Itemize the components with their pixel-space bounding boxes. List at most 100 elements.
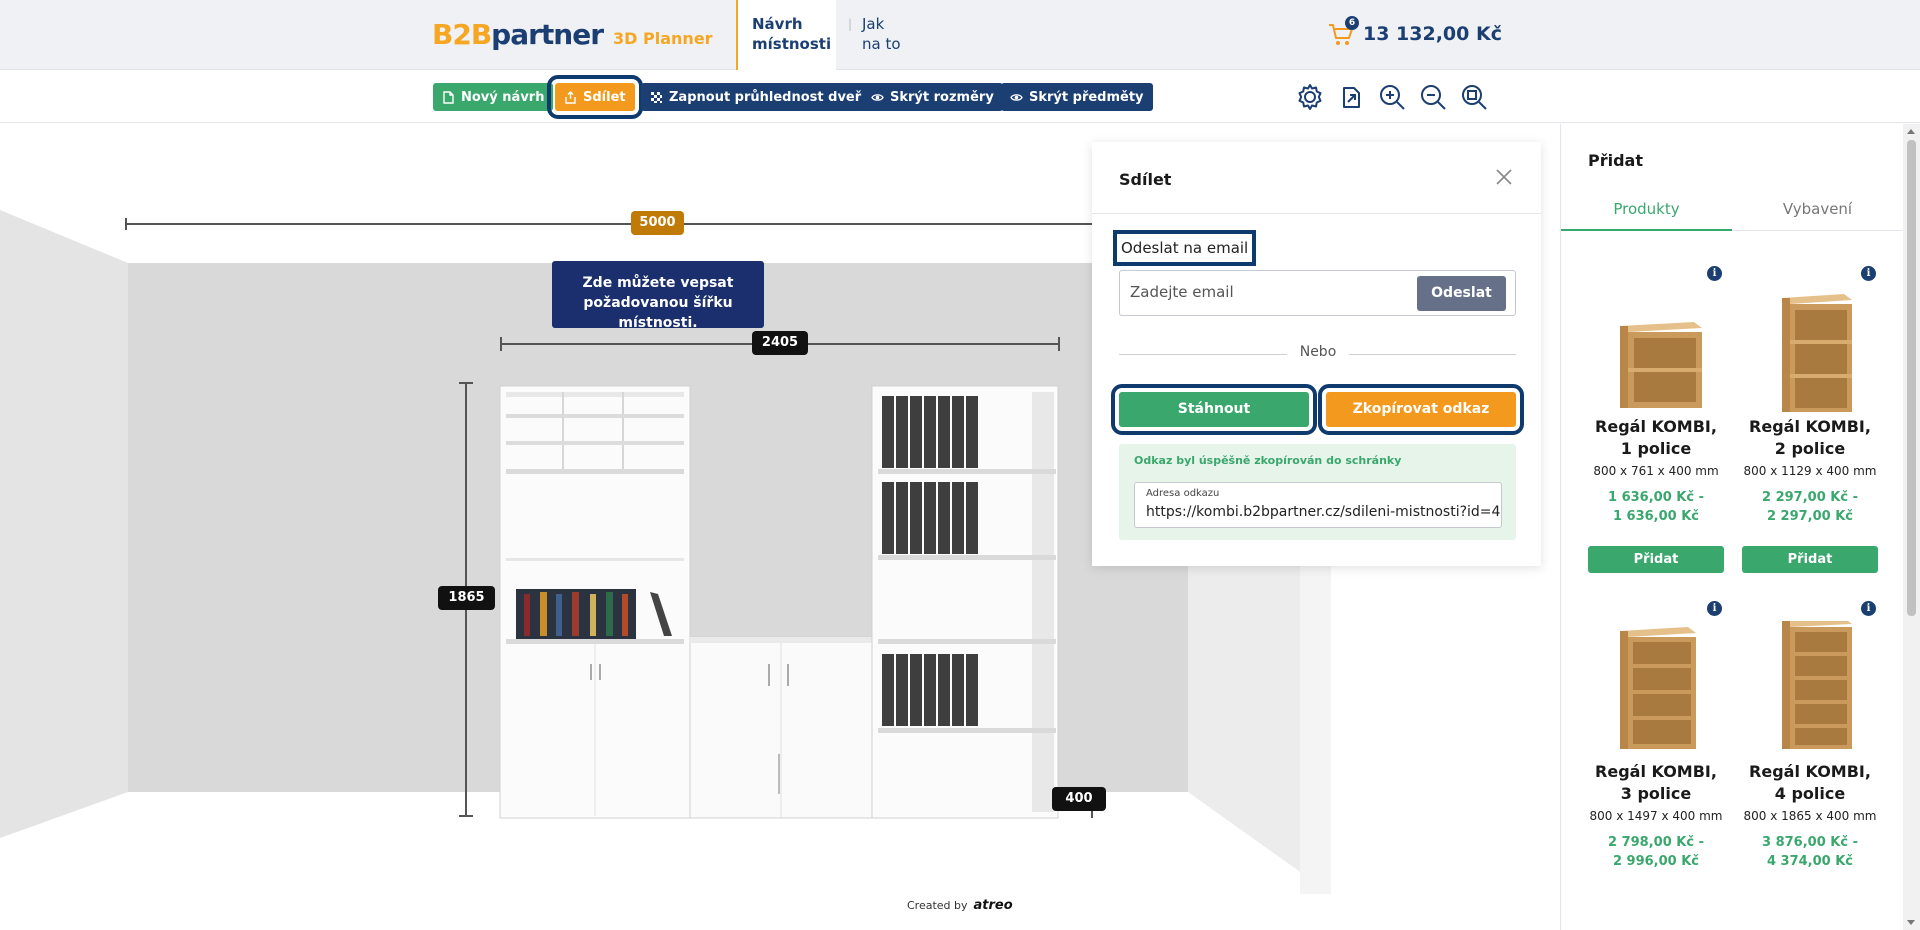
share-panel: Sdílet Odeslat na email Odeslat Nebo Stá…	[1092, 142, 1541, 566]
sidebar-tabs: Produkty Vybavení	[1561, 192, 1903, 231]
add-product-button[interactable]: Přidat	[1588, 546, 1724, 573]
nav-tab-how-to[interactable]: Jak na to	[848, 0, 915, 70]
copy-link-button[interactable]: Zkopírovat odkaz	[1318, 384, 1524, 435]
tab-products[interactable]: Produkty	[1561, 192, 1732, 231]
settings-button[interactable]	[1294, 81, 1326, 113]
sidebar-scrollbar[interactable]	[1903, 124, 1920, 930]
hide-items-button[interactable]: Skrýt předměty	[1001, 83, 1153, 111]
hide-items-label: Skrýt předměty	[1029, 89, 1144, 105]
zoom-fit-icon	[1462, 85, 1487, 110]
nav-tab-how-to-line1: Jak	[862, 15, 885, 33]
send-email-button[interactable]: Odeslat	[1417, 276, 1506, 311]
door-transparency-button[interactable]: Zapnout průhlednost dveří	[641, 83, 875, 111]
door-transparency-label: Zapnout průhlednost dveří	[669, 89, 866, 105]
export-icon	[1343, 87, 1360, 108]
height-label: 1865	[438, 586, 495, 610]
app-root: B2Bpartner 3D Planner Návrh místnosti Jak…	[0, 0, 1920, 930]
hide-dimensions-label: Skrýt rozměry	[890, 89, 994, 105]
cart-total: 13 132,00 Kč	[1363, 23, 1502, 45]
share-label: Sdílet	[583, 89, 626, 105]
product-dimensions: 800 x 1497 x 400 mm	[1589, 809, 1723, 823]
product-price-to: 1 636,00 Kč	[1612, 509, 1700, 524]
info-icon[interactable]: i	[1707, 601, 1722, 616]
credit-brand[interactable]: atreo	[974, 898, 1013, 913]
product-card: i Regál KOMBI, 3 police 800 x 1497 x 400…	[1588, 601, 1724, 921]
shelf-4-image	[1782, 621, 1852, 749]
share-link-label: Adresa odkazu	[1146, 488, 1220, 499]
share-icon	[565, 90, 576, 104]
logo-partner: partner	[491, 18, 604, 51]
product-price-from: 2 297,00 Kč -	[1762, 490, 1858, 505]
cart-button[interactable]: 6 13 132,00 Kč	[1327, 16, 1502, 48]
product-dimensions: 800 x 1865 x 400 mm	[1743, 809, 1877, 823]
export-button[interactable]	[1335, 81, 1367, 113]
checkerboard-icon	[651, 91, 662, 103]
zoom-out-button[interactable]	[1417, 81, 1449, 113]
furniture-width-label: 2405	[752, 331, 808, 355]
email-row: Odeslat	[1119, 270, 1516, 316]
product-price-from: 3 876,00 Kč -	[1762, 835, 1858, 850]
scroll-down-icon[interactable]	[1907, 920, 1915, 925]
hide-dimensions-button[interactable]: Skrýt rozměry	[862, 83, 1003, 111]
zoom-in-icon	[1380, 85, 1405, 110]
product-price-from: 1 636,00 Kč -	[1608, 490, 1704, 505]
product-name: Regál KOMBI, 3 police	[1595, 762, 1717, 803]
sidebar-title: Přidat	[1588, 151, 1643, 170]
add-sidebar: Přidat Produkty Vybavení i Regál KOMBI, …	[1560, 124, 1903, 930]
or-text: Nebo	[1299, 344, 1337, 360]
product-dimensions: 800 x 1129 x 400 mm	[1743, 464, 1877, 478]
share-link-value[interactable]: https://kombi.b2bpartner.cz/sdileni-mist…	[1146, 504, 1501, 520]
share-panel-header: Sdílet	[1092, 142, 1541, 214]
credit: Created by atreo	[907, 898, 1013, 913]
close-icon[interactable]	[1495, 168, 1513, 186]
shelf-2-image	[1782, 294, 1852, 412]
logo-b2b: B2B	[432, 18, 492, 51]
share-panel-title: Sdílet	[1119, 170, 1172, 189]
tab-equipment[interactable]: Vybavení	[1732, 192, 1903, 231]
info-icon[interactable]: i	[1861, 266, 1876, 281]
toolbar: Nový návrh Sdílet Zapnout průhlednost dv…	[0, 71, 1920, 123]
nav-tab-how-to-line2: na to	[862, 35, 901, 53]
nav-tab-room-design-line2: místnosti	[752, 35, 832, 53]
eye-icon	[871, 93, 884, 101]
scroll-thumb[interactable]	[1907, 140, 1916, 616]
logo-planner: 3D Planner	[613, 29, 713, 48]
product-dimensions: 800 x 761 x 400 mm	[1593, 464, 1719, 478]
product-price-to: 2 996,00 Kč	[1612, 854, 1700, 869]
nav-tab-room-design-line1: Návrh	[752, 15, 803, 33]
room-width-input[interactable]: 5000	[631, 211, 684, 235]
depth-label: 400	[1052, 787, 1106, 811]
product-card: i Regál KOMBI, 4 police 800 x 1865 x 400…	[1742, 601, 1878, 921]
zoom-out-icon	[1421, 85, 1446, 110]
copy-success-message: Odkaz byl úspěšně zkopírován do schránky	[1134, 454, 1402, 467]
nav-tab-room-design[interactable]: Návrh místnosti	[736, 0, 836, 70]
product-price-from: 2 798,00 Kč -	[1608, 835, 1704, 850]
credit-prefix: Created by	[907, 899, 968, 912]
zoom-fit-button[interactable]	[1458, 81, 1490, 113]
download-button[interactable]: Stáhnout	[1111, 384, 1317, 435]
new-design-label: Nový návrh	[461, 89, 545, 105]
email-input[interactable]	[1130, 283, 1400, 301]
info-icon[interactable]: i	[1861, 601, 1876, 616]
eye-icon	[1010, 93, 1023, 101]
view-tools	[1294, 81, 1490, 113]
new-file-icon	[443, 90, 454, 104]
gear-icon	[1298, 84, 1322, 110]
shelf-1-image	[1620, 322, 1702, 408]
info-icon[interactable]: i	[1707, 266, 1722, 281]
new-design-button[interactable]: Nový návrh	[433, 83, 554, 111]
zoom-in-button[interactable]	[1376, 81, 1408, 113]
product-card: i Regál KOMBI, 2 police 800 x 1129 x 400…	[1742, 266, 1878, 573]
share-link-field[interactable]: Adresa odkazu https://kombi.b2bpartner.c…	[1134, 482, 1502, 528]
scroll-up-icon[interactable]	[1907, 129, 1915, 134]
copy-success-box: Odkaz byl úspěšně zkopírován do schránky…	[1119, 444, 1516, 540]
product-name: Regál KOMBI, 1 police	[1595, 417, 1717, 458]
product-name: Regál KOMBI, 4 police	[1749, 762, 1871, 803]
add-product-button[interactable]: Přidat	[1742, 546, 1878, 573]
share-button[interactable]: Sdílet	[547, 75, 643, 119]
cart-icon: 6	[1327, 16, 1359, 48]
shelf-3-image	[1620, 627, 1696, 749]
product-price-to: 4 374,00 Kč	[1766, 854, 1854, 869]
send-email-label: Odeslat na email	[1112, 230, 1257, 266]
logo[interactable]: B2Bpartner 3D Planner	[432, 18, 713, 51]
